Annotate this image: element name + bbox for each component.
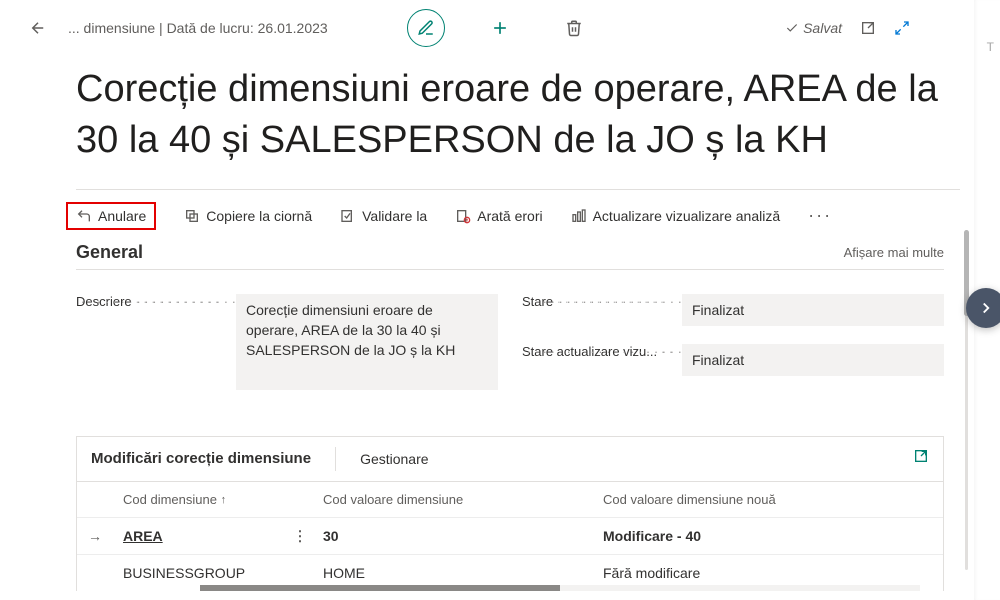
sort-asc-icon: ↑ <box>221 494 227 506</box>
divider <box>335 447 336 471</box>
page-title: Corecție dimensiuni eroare de operare, A… <box>20 56 1000 189</box>
col-dim-code[interactable]: Cod dimensiune ↑ <box>113 482 313 517</box>
refresh-label: Actualizare vizualizare analiză <box>593 208 781 224</box>
section-title-general: General <box>76 242 143 263</box>
cell-new-value[interactable]: Modificare - 40 <box>593 518 943 554</box>
undo-icon <box>76 208 92 224</box>
copy-icon <box>184 208 200 224</box>
show-more-link[interactable]: Afișare mai multe <box>844 245 944 260</box>
expand-grid-icon[interactable] <box>913 448 929 469</box>
show-errors-action[interactable]: Arată erori <box>455 208 542 224</box>
validate-action[interactable]: Validare la <box>340 208 427 224</box>
cell-dim-value[interactable]: 30 <box>313 518 593 554</box>
copy-label: Copiere la ciornă <box>206 208 312 224</box>
col-dim-value[interactable]: Cod valoare dimensiune <box>313 482 593 517</box>
subgrid-manage[interactable]: Gestionare <box>360 451 428 467</box>
field-value-description[interactable]: Corecție dimensiuni eroare de operare, A… <box>236 294 498 390</box>
col-new-dim-value[interactable]: Cod valoare dimensiune nouă <box>593 482 943 517</box>
saved-indicator: Salvat <box>785 20 842 36</box>
horizontal-scrollbar[interactable] <box>200 585 920 591</box>
breadcrumb: ... dimensiune | Dată de lucru: 26.01.20… <box>68 20 328 36</box>
delete-button[interactable] <box>555 9 593 47</box>
popout-icon[interactable] <box>860 20 876 36</box>
row-arrow-icon <box>77 563 113 583</box>
validate-label: Validare la <box>362 208 427 224</box>
field-label-state: Stare · · · · · · · · · · · · · · <box>522 294 682 309</box>
more-actions[interactable]: ··· <box>808 205 832 226</box>
add-button[interactable] <box>481 9 519 47</box>
row-menu-icon[interactable]: ⋮ <box>291 527 309 544</box>
subgrid-title: Modificări corecție dimensiune <box>91 450 335 467</box>
undo-action[interactable]: Anulare <box>66 202 156 230</box>
errors-icon <box>455 208 471 224</box>
row-arrow-icon: → <box>77 518 113 554</box>
validate-icon <box>340 208 356 224</box>
saved-label: Salvat <box>803 20 842 36</box>
field-label-viz-state: Stare actualizare vizu... · · <box>522 344 682 359</box>
table-row[interactable]: → AREA ⋮ 30 Modificare - 40 <box>77 517 943 554</box>
edit-button[interactable] <box>407 9 445 47</box>
field-value-viz-state: Finalizat <box>682 344 944 376</box>
right-hint: T <box>987 40 994 54</box>
next-record-button[interactable] <box>966 288 1000 328</box>
refresh-view-action[interactable]: Actualizare vizualizare analiză <box>571 208 781 224</box>
vertical-scrollbar[interactable] <box>965 230 968 570</box>
cell-dim-code[interactable]: AREA ⋮ <box>113 518 313 554</box>
fullscreen-icon[interactable] <box>894 20 910 36</box>
refresh-icon <box>571 208 587 224</box>
errors-label: Arată erori <box>477 208 542 224</box>
field-label-description: Descriere · · · · · · · · · · · <box>76 294 236 309</box>
back-button[interactable] <box>20 10 56 46</box>
copy-draft-action[interactable]: Copiere la ciornă <box>184 208 312 224</box>
undo-label: Anulare <box>98 208 146 224</box>
field-value-state: Finalizat <box>682 294 944 326</box>
